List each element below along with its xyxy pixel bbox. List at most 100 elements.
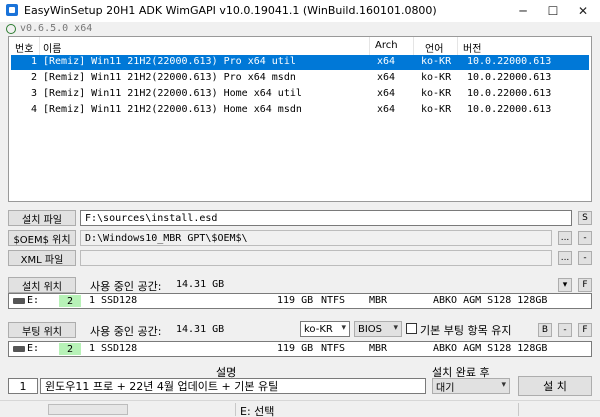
oem-location-field[interactable]: D:\Windows10_MBR GPT\$OEM$\	[80, 230, 552, 246]
drive-letter: E:	[27, 343, 40, 354]
list-item[interactable]: 1 [Remiz] Win11 21H2(22000.613) Pro x64 …	[11, 55, 589, 70]
item-arch: x64	[377, 72, 396, 83]
header-num[interactable]: 번호	[15, 40, 33, 55]
close-button[interactable]: ✕	[568, 0, 598, 22]
header-version[interactable]: 버전	[463, 40, 481, 55]
item-name: [Remiz] Win11 21H2(22000.613) Home x64 u…	[43, 88, 302, 99]
boot-locale-value: ko-KR	[304, 323, 333, 335]
item-num: 4	[31, 104, 38, 115]
boot-minus-button[interactable]: -	[558, 323, 572, 337]
refresh-icon[interactable]	[6, 24, 16, 34]
item-num: 3	[31, 88, 38, 99]
item-num: 1	[31, 56, 38, 67]
header-divider	[457, 37, 458, 55]
keep-boot-entries-checkbox[interactable]	[406, 323, 417, 334]
xml-file-button[interactable]: XML 파일	[8, 250, 76, 266]
image-list[interactable]: 번호 이름 Arch 언어 버전 1 [Remiz] Win11 21H2(22…	[8, 36, 592, 202]
boot-firmware-value: BIOS	[358, 323, 383, 335]
description-number: 1	[8, 378, 38, 394]
boot-drive-row[interactable]: E: 2 1 SSD128 119 GB NTFS MBR ABKO AGM S…	[8, 341, 592, 357]
item-lang: ko-KR	[421, 72, 452, 83]
minimize-button[interactable]: ─	[508, 0, 538, 22]
progress-bar	[48, 404, 128, 415]
version-label: v0.6.5.0 x64	[20, 23, 93, 34]
header-divider	[369, 37, 370, 55]
item-version: 10.0.22000.613	[467, 56, 552, 67]
install-location-button[interactable]: 설치 위치	[8, 277, 76, 293]
partition-number: 1	[89, 295, 96, 306]
item-version: 10.0.22000.613	[467, 72, 552, 83]
install-drive-row[interactable]: E: 2 1 SSD128 119 GB NTFS MBR ABKO AGM S…	[8, 293, 592, 309]
item-arch: x64	[377, 88, 396, 99]
drive-icon	[13, 346, 25, 352]
item-lang: ko-KR	[421, 104, 452, 115]
app-icon	[6, 4, 18, 16]
status-bar: E: 선택	[0, 400, 600, 417]
oem-browse-button[interactable]: ...	[558, 231, 572, 245]
file-system: NTFS	[321, 343, 346, 354]
item-arch: x64	[377, 104, 396, 115]
volume-name: SSD128	[101, 343, 138, 354]
item-num: 2	[31, 72, 38, 83]
header-name[interactable]: 이름	[43, 40, 61, 55]
chevron-down-icon: ▾	[341, 323, 346, 333]
boot-location-button[interactable]: 부팅 위치	[8, 322, 76, 338]
maximize-button[interactable]: ☐	[538, 0, 568, 22]
chevron-down-icon: ▾	[393, 323, 398, 333]
volume-name: SSD128	[101, 295, 138, 306]
install-button[interactable]: 설 치	[518, 376, 592, 396]
drive-icon	[13, 298, 25, 304]
used-space-label: 사용 중인 공간:	[90, 280, 162, 293]
disk-number: 2	[59, 343, 81, 355]
install-file-button[interactable]: 설치 파일	[8, 210, 76, 226]
disk-model: ABKO AGM S128 128GB	[433, 343, 548, 354]
volume-size: 119 GB	[277, 343, 314, 354]
oem-clear-button[interactable]: -	[578, 231, 592, 245]
item-lang: ko-KR	[421, 56, 452, 67]
boot-firmware-select[interactable]: BIOS ▾	[354, 321, 402, 337]
item-lang: ko-KR	[421, 88, 452, 99]
header-arch[interactable]: Arch	[375, 40, 398, 51]
install-file-s-button[interactable]: S	[578, 211, 592, 225]
xml-browse-button[interactable]: ...	[558, 251, 572, 265]
list-item[interactable]: 3 [Remiz] Win11 21H2(22000.613) Home x64…	[11, 87, 589, 102]
boot-b-button[interactable]: B	[538, 323, 552, 337]
xml-clear-button[interactable]: -	[578, 251, 592, 265]
install-file-field[interactable]: F:\sources\install.esd	[80, 210, 572, 226]
item-name: [Remiz] Win11 21H2(22000.613) Pro x64 ms…	[43, 72, 296, 83]
after-install-value: 대기	[436, 382, 455, 394]
partition-table: MBR	[369, 295, 388, 306]
disk-model: ABKO AGM S128 128GB	[433, 295, 548, 306]
chevron-down-icon: ▾	[501, 380, 506, 390]
list-item[interactable]: 4 [Remiz] Win11 21H2(22000.613) Home x64…	[11, 103, 589, 118]
header-lang[interactable]: 언어	[425, 40, 443, 55]
oem-location-button[interactable]: $OEM$ 위치	[8, 230, 76, 246]
boot-f-button[interactable]: F	[578, 323, 592, 337]
window-title: EasyWinSetup 20H1 ADK WimGAPI v10.0.1904…	[24, 4, 437, 17]
item-arch: x64	[377, 56, 396, 67]
keep-boot-entries-label: 기본 부팅 항목 유지	[420, 324, 512, 337]
status-divider	[518, 403, 519, 416]
status-divider	[235, 403, 236, 416]
install-location-f-button[interactable]: F	[578, 278, 592, 292]
install-location-dropdown-button[interactable]: ▾	[558, 278, 572, 292]
header-divider	[39, 37, 40, 55]
status-text: E: 선택	[240, 405, 275, 417]
description-field[interactable]: 윈도우11 프로 + 22년 4월 업데이트 + 기본 유틸	[40, 378, 426, 394]
disk-number: 2	[59, 295, 81, 307]
boot-locale-select[interactable]: ko-KR ▾	[300, 321, 350, 337]
boot-used-space-value: 14.31 GB	[176, 324, 225, 335]
item-version: 10.0.22000.613	[467, 88, 552, 99]
item-name: [Remiz] Win11 21H2(22000.613) Home x64 m…	[43, 104, 302, 115]
xml-file-field[interactable]	[80, 250, 552, 266]
item-version: 10.0.22000.613	[467, 104, 552, 115]
used-space-value: 14.31 GB	[176, 279, 225, 290]
partition-number: 1	[89, 343, 96, 354]
list-item[interactable]: 2 [Remiz] Win11 21H2(22000.613) Pro x64 …	[11, 71, 589, 86]
header-divider	[413, 37, 414, 55]
partition-table: MBR	[369, 343, 388, 354]
after-install-select[interactable]: 대기 ▾	[432, 378, 510, 394]
item-name: [Remiz] Win11 21H2(22000.613) Pro x64 ut…	[43, 56, 296, 67]
volume-size: 119 GB	[277, 295, 314, 306]
boot-used-space-label: 사용 중인 공간:	[90, 325, 162, 338]
